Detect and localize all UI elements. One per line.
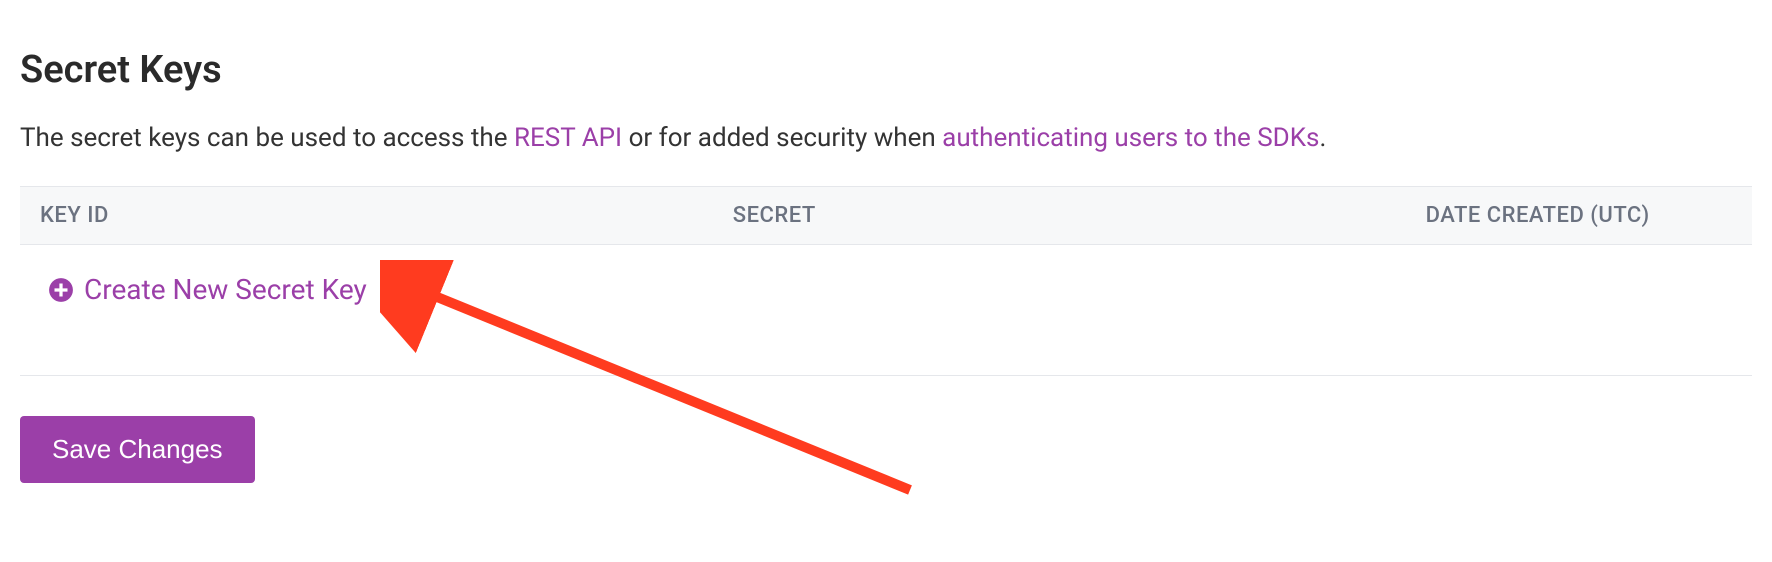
auth-sdk-link[interactable]: authenticating users to the SDKs	[942, 123, 1319, 153]
create-new-secret-key-button[interactable]: Create New Secret Key	[48, 273, 367, 306]
table-header-row: KEY ID SECRET DATE CREATED (UTC)	[20, 187, 1752, 245]
plus-circle-icon	[48, 277, 74, 303]
page-title: Secret Keys	[20, 48, 1752, 92]
description-middle: or for added security when	[622, 123, 942, 153]
column-header-key-id: KEY ID	[20, 187, 713, 245]
description-prefix: The secret keys can be used to access th…	[20, 123, 514, 153]
description-suffix: .	[1319, 123, 1326, 153]
column-header-date-created: DATE CREATED (UTC)	[1406, 187, 1752, 245]
description-text: The secret keys can be used to access th…	[20, 120, 1752, 156]
create-key-label: Create New Secret Key	[84, 273, 367, 306]
secret-keys-table: KEY ID SECRET DATE CREATED (UTC) Create …	[20, 186, 1752, 335]
create-key-row: Create New Secret Key	[20, 245, 1752, 335]
save-changes-button[interactable]: Save Changes	[20, 416, 255, 483]
column-header-secret: SECRET	[713, 187, 1406, 245]
section-divider	[20, 375, 1752, 376]
rest-api-link[interactable]: REST API	[514, 123, 622, 153]
